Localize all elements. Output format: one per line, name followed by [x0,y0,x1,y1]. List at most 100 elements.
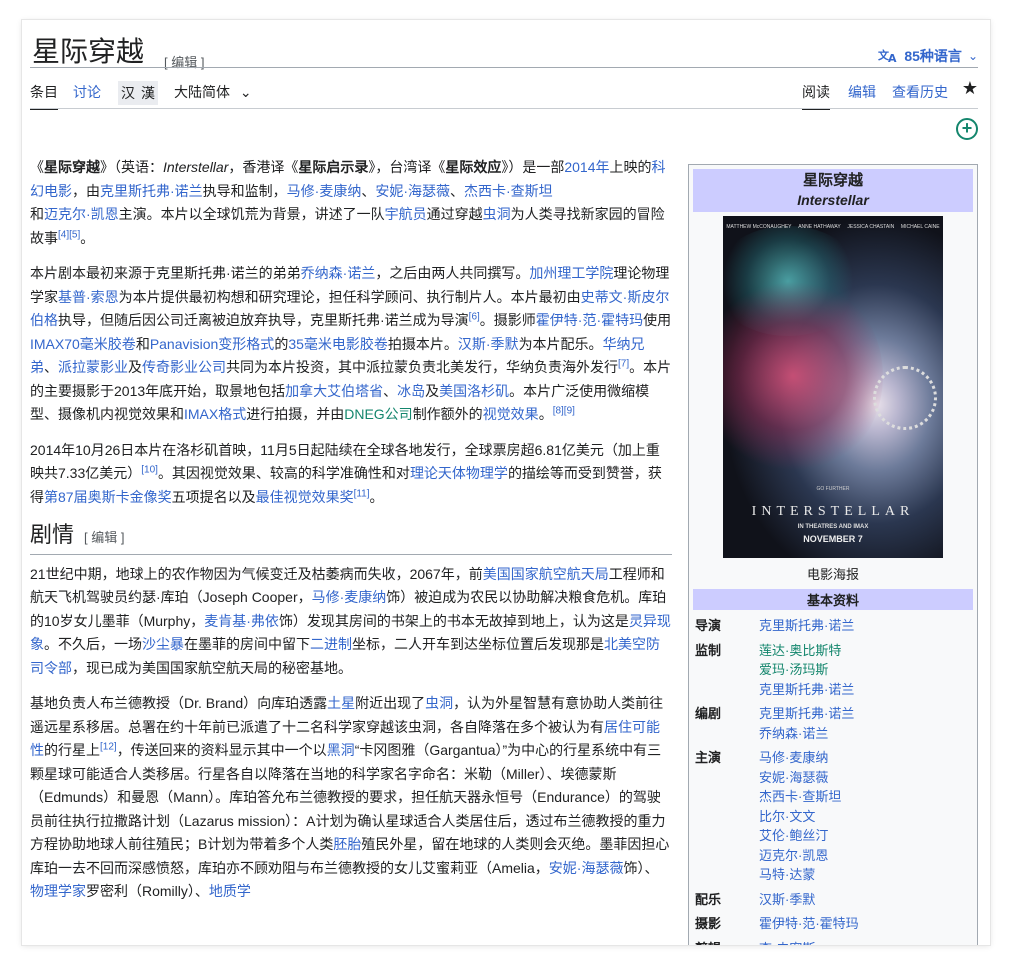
tabs-divider [30,108,978,109]
infobox-value-link[interactable]: 马特·达蒙 [759,865,841,885]
link[interactable]: 35毫米电影胶卷 [288,336,388,352]
infobox-value-link[interactable]: 安妮·海瑟薇 [759,768,841,788]
link[interactable]: 杰西卡·查斯坦 [464,183,553,199]
title-divider [30,67,978,68]
link[interactable]: 加州理工学院 [529,265,613,281]
text: 》（英语： [100,159,163,175]
link[interactable]: 汉斯·季默 [458,336,519,352]
tab-article[interactable]: 条目 [30,82,58,110]
link[interactable]: IMAX70毫米胶卷 [30,336,136,352]
link[interactable]: 宇航员 [385,206,427,222]
link[interactable]: 沙尘暴 [142,636,184,652]
infobox-value-link[interactable]: 比尔·文文 [759,807,841,827]
infobox-value-link[interactable]: 爱玛·汤玛斯 [759,660,854,680]
tab-read[interactable]: 阅读 [802,82,830,110]
text: 在墨菲的房间中留下 [184,636,310,652]
infobox-value-link[interactable]: 汉斯·季默 [759,890,815,910]
link[interactable]: 美国国家航空航天局 [483,566,609,582]
link[interactable]: 最佳视觉效果奖 [256,489,354,505]
link[interactable]: IMAX格式 [184,406,246,422]
link[interactable]: 派拉蒙影业 [58,359,128,375]
infobox-value-link[interactable]: 克里斯托弗·诺兰 [759,616,854,636]
reference[interactable]: [12] [100,741,117,752]
poster-tagline: GO FURTHER [816,486,850,492]
movie-poster[interactable]: MATTHEW McCONAUGHEY ANNE HATHAWAY JESSIC… [723,216,943,558]
text: 附近出现了 [355,695,426,711]
tab-history[interactable]: 查看历史 [892,82,948,102]
text: 五项提名以及 [171,488,256,505]
infobox-header: 星际穿越 Interstellar [693,169,973,212]
link[interactable]: 地质学 [209,883,251,899]
link[interactable]: 虫洞 [425,695,453,711]
link[interactable]: 安妮·海瑟薇 [549,860,624,876]
link[interactable]: 马修·麦康纳 [312,589,387,605]
infobox-value-link[interactable]: 杰西卡·查斯坦 [759,787,841,807]
text: 进行拍摄，并由 [246,406,345,422]
tab-edit[interactable]: 编辑 [848,82,876,102]
star-icon[interactable]: ★ [962,78,978,99]
infobox-subtitle: Interstellar [797,192,869,208]
link[interactable]: 2014年 [564,159,609,175]
text: 的 [274,335,289,352]
infobox-value-link[interactable]: 克里斯托弗·诺兰 [759,704,854,724]
link[interactable]: Panavision变形格式 [150,336,275,352]
infobox-value-link[interactable]: 迈克尔·凯恩 [759,846,841,866]
reference[interactable]: [6] [469,311,480,322]
link[interactable]: 冰岛 [397,383,425,399]
script-variant-toggle[interactable]: 汉 漢 [118,81,158,105]
link[interactable]: 第87届奥斯卡金像奖 [44,489,172,505]
link[interactable]: 马修·麦康纳 [287,183,362,199]
variant-traditional[interactable]: 漢 [138,81,158,105]
link[interactable]: 二进制 [310,636,352,652]
link[interactable]: 理论天体物理学 [410,465,508,481]
infobox-label: 导演 [695,618,722,633]
infobox-row: 剪辑李·史密斯 [695,939,971,946]
link[interactable]: 物理学家 [30,883,86,899]
infobox-value-link[interactable]: 艾伦·鲍丝汀 [759,826,841,846]
variant-simplified[interactable]: 汉 [118,81,138,105]
variant-dropdown[interactable]: 大陆简体 ⌄ [174,82,252,102]
reference[interactable]: [7] [618,358,629,369]
english-title: Interstellar [163,159,229,175]
link[interactable]: 迈克尔·凯恩 [44,206,119,222]
language-selector[interactable]: 文A 85种语言 ⌄ [878,46,978,66]
link[interactable]: DNEG公司 [344,406,412,422]
poster-spacecraft [873,366,937,430]
section-edit-link[interactable]: [ 编辑 ] [84,530,124,545]
infobox-value-link[interactable]: 马修·麦康纳 [759,748,841,768]
link[interactable]: 麦肯基·弗依 [204,613,279,629]
link[interactable]: 黑洞 [327,742,355,758]
text: 》）是一部 [501,159,565,175]
reference[interactable]: [4][5] [58,229,80,240]
infobox-value-link[interactable]: 莲达·奥比斯特 [759,641,854,661]
link[interactable]: 虫洞 [483,206,511,222]
infobox-value-link[interactable]: 克里斯托弗·诺兰 [759,680,854,700]
infobox-row: 配乐 汉斯·季默 [695,890,971,910]
link[interactable]: 土星 [327,695,355,711]
reference[interactable]: [11] [354,488,370,499]
link[interactable]: 美国洛杉矶 [439,383,509,399]
link[interactable]: 克里斯托弗·诺兰 [100,183,203,199]
infobox-value-link[interactable]: 李·史密斯 [759,939,815,946]
text: ，现已成为美国国家航空航天局的秘密基地。 [72,659,352,676]
link[interactable]: 基普·索恩 [58,289,119,305]
link[interactable]: 视觉效果 [483,406,539,422]
text: 、 [361,182,376,199]
add-icon[interactable]: + [956,118,978,140]
link[interactable]: 安妮·海瑟薇 [375,183,450,199]
infobox-values: 克里斯托弗·诺兰 乔纳森·诺兰 [759,704,854,743]
link[interactable]: 胚胎 [333,836,361,852]
tab-talk[interactable]: 讨论 [73,82,101,102]
text: 、 [450,182,465,199]
link[interactable]: 霍伊特·范·霍特玛 [536,312,643,328]
link[interactable]: 加拿大艾伯塔省 [285,383,383,399]
reference[interactable]: [10] [141,464,158,475]
infobox-value-link[interactable]: 乔纳森·诺兰 [759,724,854,744]
link[interactable]: 传奇影业公司 [142,359,226,375]
text: 上映的 [609,159,652,175]
title-edit-link[interactable]: [ 编辑 ] [164,52,204,71]
infobox-value-link[interactable]: 霍伊特·范·霍特玛 [759,914,859,934]
reference[interactable]: [8][9] [553,405,575,416]
language-count: 85种语言 [904,48,962,64]
link[interactable]: 乔纳森·诺兰 [301,265,376,281]
